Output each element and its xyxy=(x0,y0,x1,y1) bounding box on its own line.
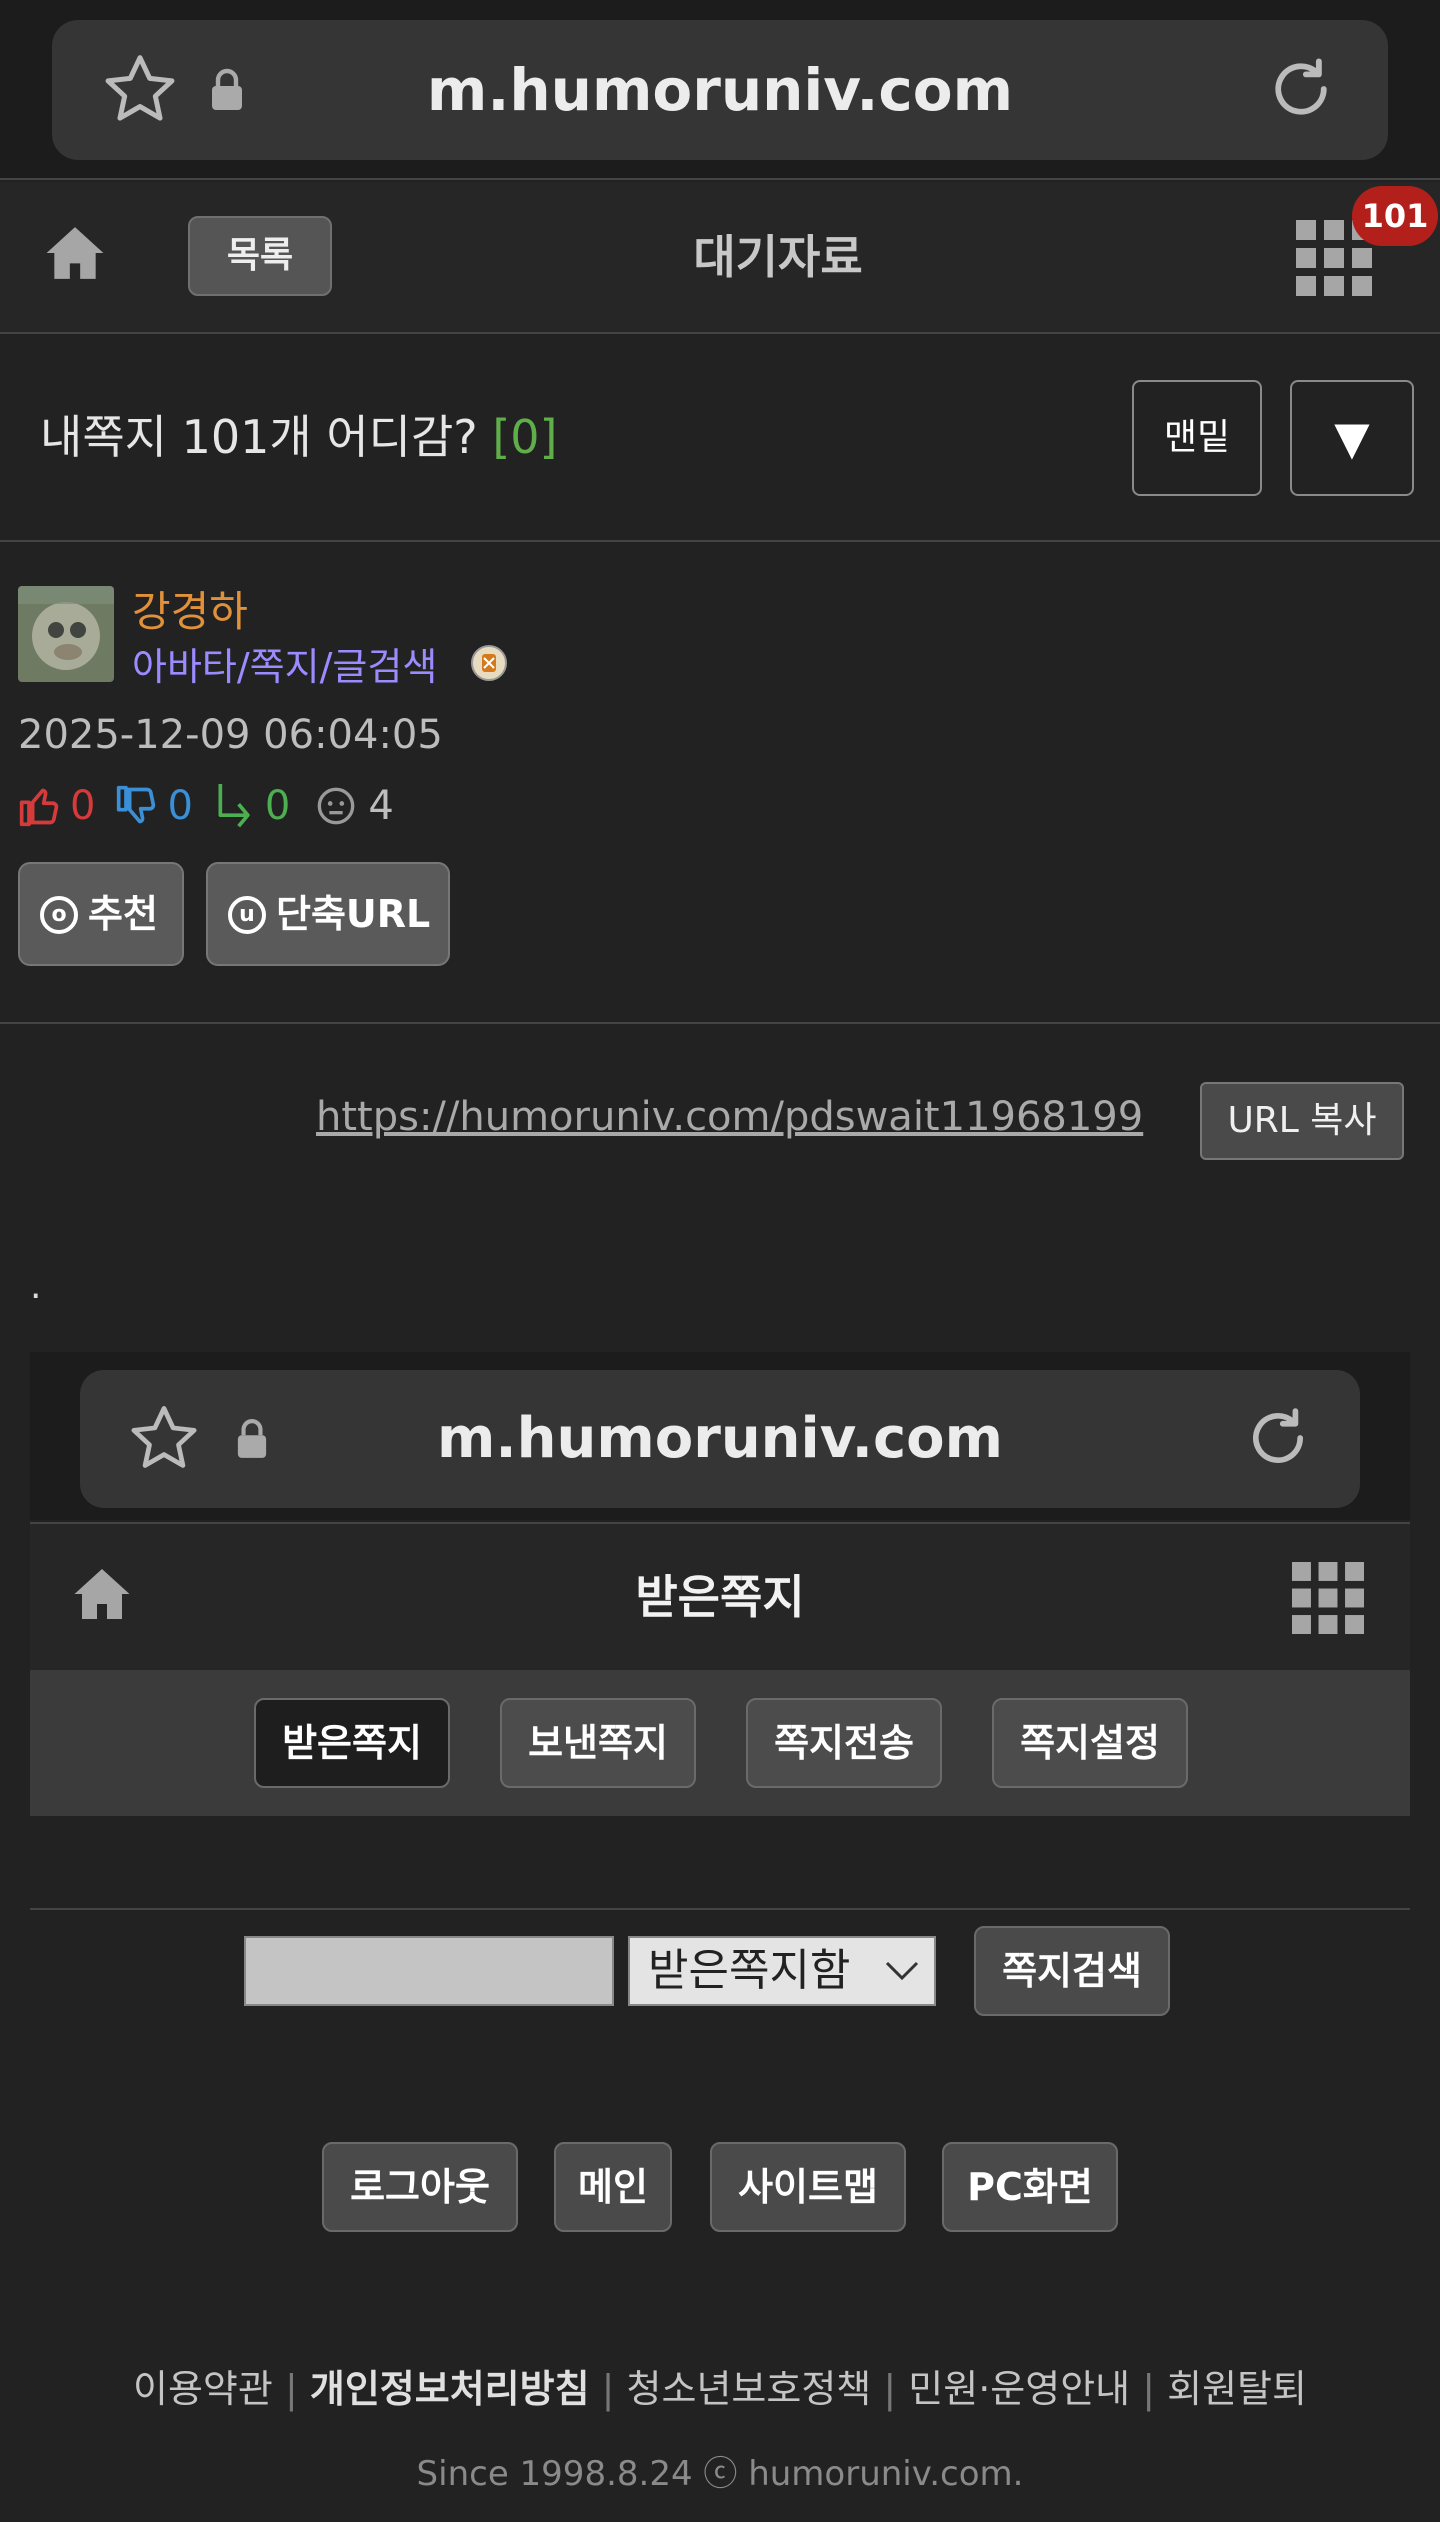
withdraw-link: 회원탈퇴 xyxy=(1167,2367,1307,2411)
sitemap-button: 사이트맵 xyxy=(710,2142,906,2232)
share-arrow-icon[interactable] xyxy=(213,784,257,828)
like-count: 0 xyxy=(70,783,96,829)
reload-icon xyxy=(1240,1400,1316,1476)
embedded-tab-bar xyxy=(30,1670,1410,1816)
message-search-button: 쪽지검색 xyxy=(974,1926,1170,2016)
embedded-nav: 받은쪽지 xyxy=(30,1524,1410,1670)
tab-compose: 쪽지전송 xyxy=(746,1698,942,1788)
reaction-row: 0 0 0 4 xyxy=(18,780,394,832)
copyright: Since 1998.8.24 ⓒ humoruniv.com. xyxy=(416,2454,1024,2494)
thumbs-down-icon[interactable] xyxy=(115,784,159,828)
tab-settings: 쪽지설정 xyxy=(992,1698,1188,1788)
embedded-url-text: m.humoruniv.com xyxy=(437,1406,1003,1471)
comment-count[interactable]: [0] xyxy=(492,410,557,464)
page-title: 대기자료 xyxy=(693,230,863,284)
view-count: 4 xyxy=(368,783,394,829)
thumbs-up-icon[interactable] xyxy=(18,784,62,828)
grid-menu-icon xyxy=(1292,1562,1364,1634)
divider xyxy=(0,178,1440,180)
reload-icon[interactable] xyxy=(1262,50,1340,128)
logout-button: 로그아웃 xyxy=(322,2142,518,2232)
address-bar[interactable]: m.humoruniv.com xyxy=(52,20,1388,160)
embedded-address-bar: m.humoruniv.com xyxy=(80,1370,1360,1508)
recommend-button[interactable]: o 추천 xyxy=(18,862,184,966)
view-face-icon xyxy=(316,786,356,826)
short-url-button[interactable]: u 단축URL xyxy=(206,862,450,966)
browser-toolbar: m.humoruniv.com xyxy=(0,0,1440,178)
list-button[interactable]: 목록 xyxy=(188,216,332,296)
author-name[interactable]: 강경하 xyxy=(132,578,248,639)
down-arrow-button[interactable]: ▼ xyxy=(1290,380,1414,496)
support-link: 민원·운영안내 xyxy=(908,2367,1131,2411)
recommend-icon: o xyxy=(40,896,78,934)
share-count: 0 xyxy=(264,783,291,829)
main-button: 메인 xyxy=(554,2142,672,2232)
footer-separator: | xyxy=(601,2367,615,2411)
home-icon xyxy=(72,1564,132,1624)
home-icon[interactable] xyxy=(44,222,106,284)
notification-badge: 101 xyxy=(1352,186,1438,246)
embedded-title: 받은쪽지 xyxy=(635,1570,805,1624)
footer-links: 이용약관 | 개인정보처리방침 | 청소년보호정책 | 민원·운영안내 | 회원… xyxy=(30,2358,1410,2413)
divider xyxy=(0,1022,1440,1024)
post-link[interactable]: https://humoruniv.com/pdswait11968199 xyxy=(316,1094,1143,1140)
footer-separator: | xyxy=(284,2367,298,2411)
dislike-count: 0 xyxy=(167,783,193,829)
post-title: 내쪽지 101개 어디감? xyxy=(40,410,478,464)
avatar[interactable] xyxy=(18,586,114,682)
post-body-text: . xyxy=(30,1266,42,1307)
chevron-down-icon xyxy=(884,1960,920,1982)
pc-view-button: PC화면 xyxy=(942,2142,1118,2232)
footer-separator: | xyxy=(1142,2367,1156,2411)
message-search-input xyxy=(244,1936,614,2006)
short-url-label: 단축URL xyxy=(276,892,431,936)
copy-url-button[interactable]: URL 복사 xyxy=(1200,1082,1404,1160)
author-links[interactable]: 아바타/쪽지/글검색 xyxy=(132,636,437,691)
short-url-icon: u xyxy=(228,896,266,934)
tab-sent: 보낸쪽지 xyxy=(500,1698,696,1788)
post-datetime: 2025-12-09 06:04:05 xyxy=(18,712,443,758)
level-badge-icon xyxy=(470,644,508,682)
divider xyxy=(0,540,1440,542)
post-title-row: 내쪽지 101개 어디감? [0] xyxy=(40,334,558,540)
youth-policy-link: 청소년보호정책 xyxy=(626,2367,872,2411)
footer-separator: | xyxy=(883,2367,897,2411)
scroll-bottom-button[interactable]: 맨밑 xyxy=(1132,380,1262,496)
terms-link: 이용약관 xyxy=(133,2367,273,2411)
mailbox-select: 받은쪽지함 xyxy=(628,1936,936,2006)
top-nav: 목록 대기자료 101 xyxy=(0,182,1440,332)
url-text: m.humoruniv.com xyxy=(426,56,1014,124)
embedded-screenshot: m.humoruniv.com 받은쪽지 받은쪽지 보낸쪽지 쪽지전송 쪽지설정 xyxy=(30,1352,1410,2522)
mailbox-select-value: 받은쪽지함 xyxy=(648,1945,851,1996)
post-header: 내쪽지 101개 어디감? [0] 맨밑 ▼ xyxy=(0,334,1440,540)
embedded-browser-toolbar: m.humoruniv.com xyxy=(30,1352,1410,1520)
divider xyxy=(30,1908,1410,1910)
recommend-label: 추천 xyxy=(88,892,158,936)
tab-inbox: 받은쪽지 xyxy=(254,1698,450,1788)
privacy-link: 개인정보처리방침 xyxy=(309,2367,590,2411)
